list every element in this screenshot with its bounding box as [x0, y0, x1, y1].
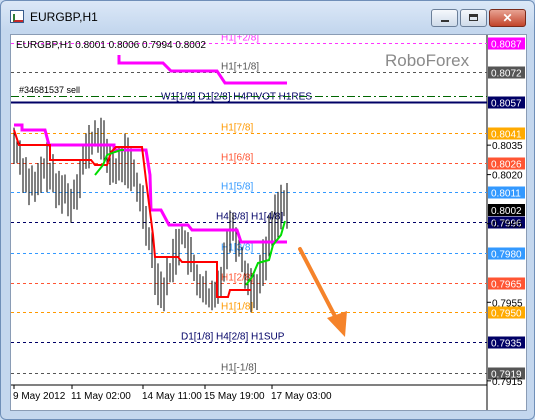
- axis-tick-label: 0.8035: [492, 141, 523, 152]
- axis-tick-label: 0.7995: [492, 220, 523, 231]
- price-tag-label: 0.8011: [491, 189, 521, 200]
- close-icon: ✕: [502, 11, 513, 25]
- level-label: H1[5/8]: [221, 182, 253, 193]
- close-button[interactable]: ✕: [489, 9, 526, 27]
- symbol-info: EURGBP,H1 0.8001 0.8006 0.7994 0.8002: [16, 40, 206, 51]
- maximize-button[interactable]: [460, 9, 487, 27]
- price-tag-label: 0.8057: [491, 99, 522, 110]
- level-label: H1[1/8]: [221, 302, 253, 313]
- level-label: H1[7/8]: [221, 123, 253, 134]
- price-tag-label: 0.7965: [491, 280, 522, 291]
- level-label: H1[6/8]: [221, 153, 253, 164]
- level-label: H1[+2/8]: [221, 35, 259, 44]
- price-tag-label: 0.8087: [491, 40, 522, 51]
- level-label: D1[1/8] H4[2/8] H1SUP: [181, 332, 285, 343]
- minimize-button[interactable]: [431, 9, 458, 27]
- watermark: RoboForex: [385, 51, 470, 70]
- price-tag-label: 0.7935: [491, 339, 522, 350]
- axis-tick-label: 0.8020: [492, 171, 523, 182]
- level-label: H1[-1/8]: [221, 363, 257, 374]
- chart-window-icon: [10, 10, 24, 23]
- time-tick-label: 14 May 11:00: [142, 391, 202, 402]
- window-title: EURGBP,H1: [30, 10, 98, 24]
- axis-tick-label: 0.7955: [492, 298, 523, 309]
- price-tag-label: 0.7950: [491, 309, 522, 320]
- level-label: H4[3/8] H1[4/8]: [216, 212, 283, 223]
- time-tick-label: 17 May 03:00: [271, 391, 332, 402]
- price-tag-label: 0.8072: [491, 69, 522, 80]
- price-tag-label: 0.8026: [491, 160, 522, 171]
- chart-area[interactable]: H1[+2/8] H1[+1/8] W1[1/8] D1[2/8] H4PIVOT …: [10, 33, 527, 411]
- level-label: H1[+1/8]: [221, 62, 259, 73]
- axis-tick-label: 0.7915: [492, 377, 523, 388]
- time-tick-label: 9 May 2012: [13, 391, 66, 402]
- time-tick-label: 15 May 19:00: [204, 391, 265, 402]
- current-price-label: 0.8002: [491, 206, 522, 217]
- time-tick-label: 11 May 02:00: [71, 391, 131, 402]
- price-chart[interactable]: H1[+2/8]H1[+1/8]W1[1/8] D1[2/8] H4PIVOT …: [11, 33, 526, 410]
- level-label: H1[3/8]: [221, 243, 253, 254]
- order-label: #34681537 sell: [19, 85, 80, 95]
- price-tag-label: 0.8041: [491, 130, 522, 141]
- title-bar[interactable]: EURGBP,H1 ✕: [1, 1, 534, 31]
- price-tag-label: 0.7980: [491, 250, 522, 261]
- chart-window: EURGBP,H1 ✕ H1[+2/8] H1[+1/8] W1[1/8] D1[2…: [0, 0, 535, 420]
